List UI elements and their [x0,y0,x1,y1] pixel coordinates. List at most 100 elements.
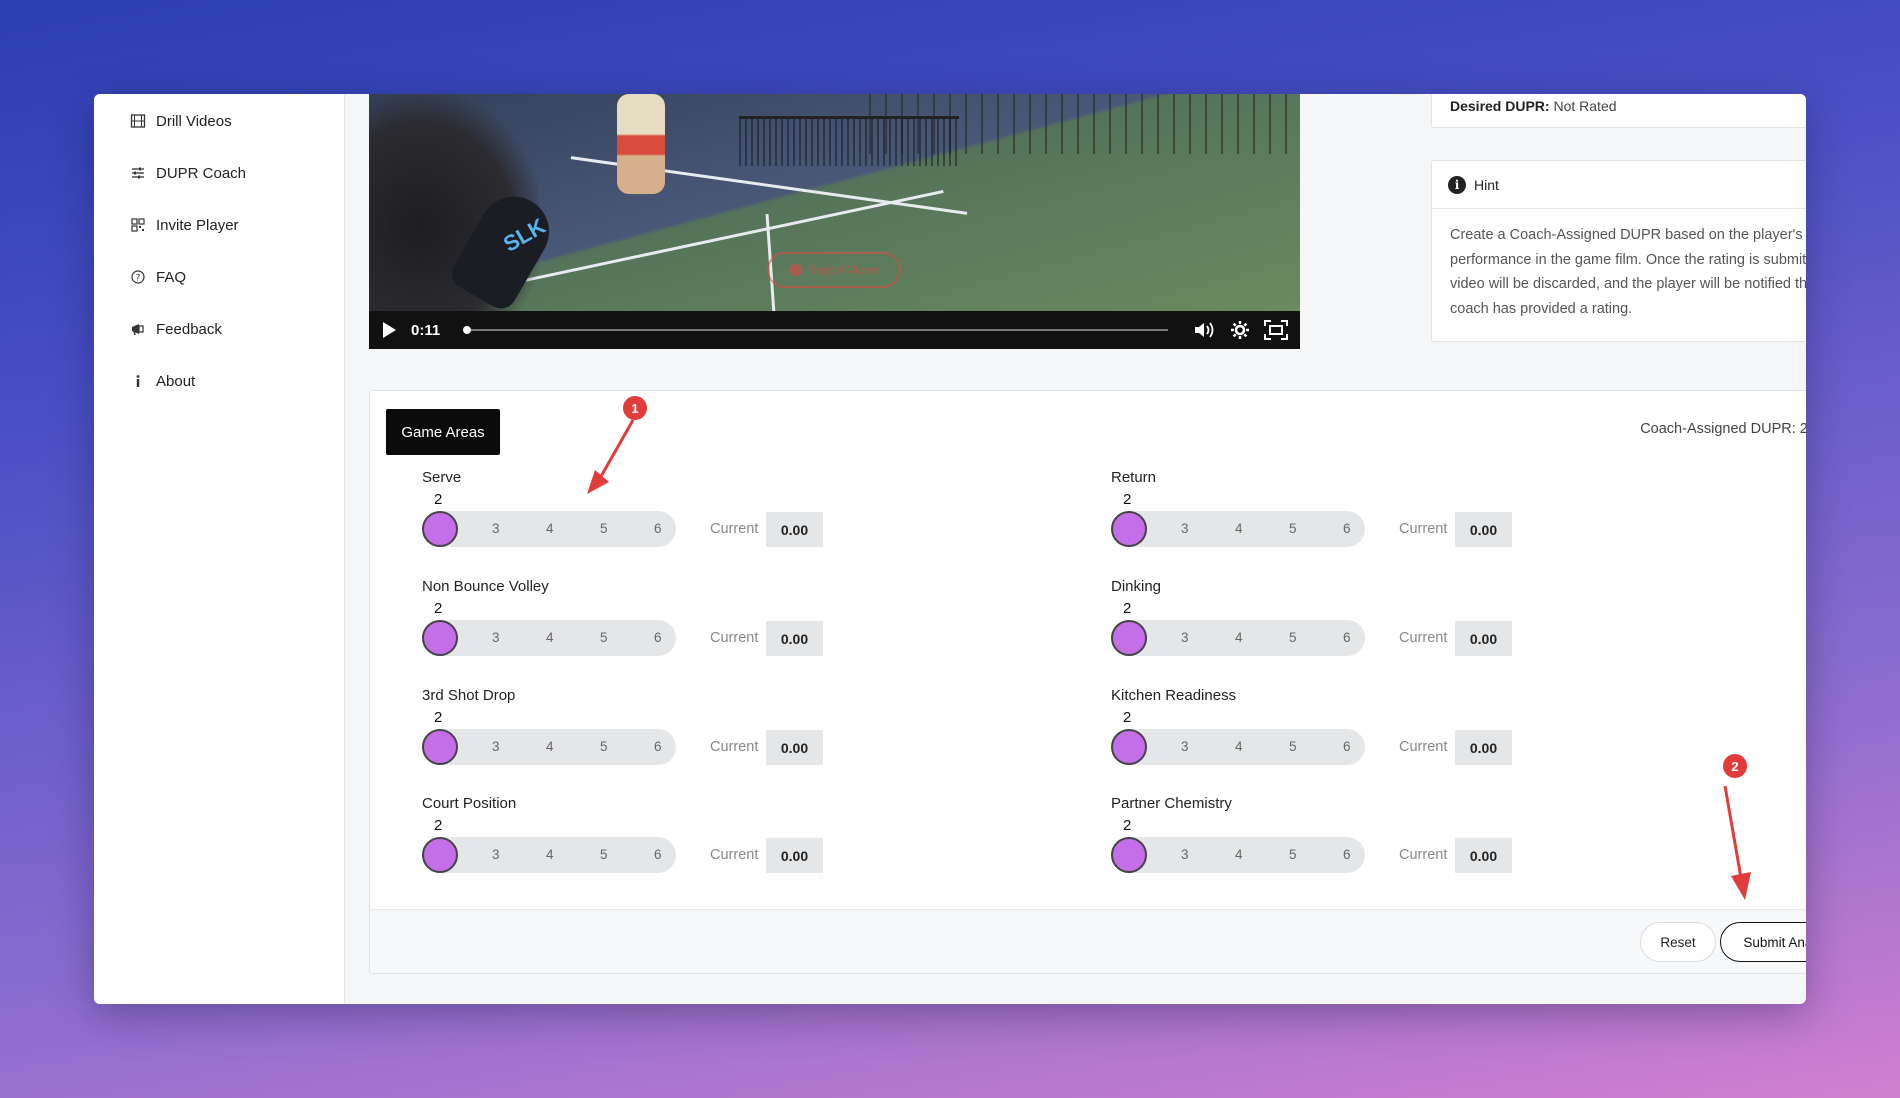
skill-label: Partner Chemistry [1111,795,1232,812]
slider-tick: 4 [546,847,554,862]
skill-label: Return [1111,469,1157,486]
coach-assigned-dupr: Coach-Assigned DUPR: 2.00 [1640,421,1806,437]
current-label: Current [1399,630,1448,646]
film-icon [130,114,146,128]
record-icon [790,264,803,276]
sidebar: Drill Videos DUPR Coach Invite Player ? … [94,94,345,1004]
skill-label: Non Bounce Volley [422,578,549,595]
sidebar-item-label: DUPR Coach [156,164,247,182]
slider-tick: 3 [492,630,500,645]
slider-tick: 3 [492,521,500,536]
current-label: Current [1399,521,1448,537]
current-label: Current [710,847,759,863]
sidebar-item-about[interactable]: About [130,366,195,396]
sidebar-item-label: FAQ [156,268,187,286]
slider-knob[interactable] [422,620,458,656]
skill-slider[interactable]: 3 4 5 6 [422,620,676,656]
skill-non-bounce-volley: Non Bounce Volley 2 3 4 5 6 Current 0.00 [422,578,842,678]
skill-slider[interactable]: 3 4 5 6 [1111,729,1365,765]
skill-slider-value: 2 [434,709,443,726]
slider-tick: 6 [1343,521,1351,536]
reset-button[interactable]: Reset [1640,922,1716,962]
slider-tick: 5 [600,739,608,754]
skill-slider[interactable]: 3 4 5 6 [422,729,676,765]
slider-tick: 6 [1343,630,1351,645]
skill-slider[interactable]: 3 4 5 6 [422,511,676,547]
form-footer: Reset Submit Analysis [370,909,1806,973]
report-video-button[interactable]: Report Video [767,252,901,288]
current-label: Current [710,521,759,537]
current-label: Current [710,630,759,646]
slider-tick: 3 [1181,739,1189,754]
video-player[interactable]: SLK Report Video 0:11 [369,94,1300,349]
current-value: 0.00 [1455,621,1512,656]
report-video-label: Report Video [808,263,878,277]
skill-slider[interactable]: 3 4 5 6 [1111,620,1365,656]
desired-dupr-value: Not Rated [1553,98,1617,114]
annotation-arrow-2 [1723,785,1751,900]
current-label: Current [1399,847,1448,863]
fullscreen-icon[interactable] [1264,320,1288,340]
slider-tick: 4 [1235,739,1243,754]
sidebar-item-feedback[interactable]: Feedback [130,314,222,344]
skill-slider[interactable]: 3 4 5 6 [1111,511,1365,547]
submit-analysis-button[interactable]: Submit Analysis [1720,922,1806,962]
slider-tick: 5 [1289,847,1297,862]
play-icon[interactable] [381,321,397,339]
progress-knob[interactable] [463,326,472,334]
slider-knob[interactable] [1111,511,1147,547]
sidebar-item-dupr-coach[interactable]: DUPR Coach [130,158,246,188]
slider-knob[interactable] [422,837,458,873]
current-value: 0.00 [766,838,823,873]
megaphone-icon [132,324,144,336]
net [739,116,959,166]
skill-slider-value: 2 [434,491,443,508]
current-value: 0.00 [766,730,823,765]
annotation-arrow-1 [587,419,635,494]
slider-knob[interactable] [1111,620,1147,656]
hint-card: i Hint Create a Coach-Assigned DUPR base… [1431,160,1806,342]
slider-knob[interactable] [422,511,458,547]
video-controls: 0:11 [369,311,1300,349]
slider-tick: 5 [600,847,608,862]
sidebar-item-drill-videos[interactable]: Drill Videos [130,106,232,136]
sidebar-item-label: Drill Videos [156,112,232,130]
sidebar-item-faq[interactable]: ? FAQ [130,262,186,292]
skill-court-position: Court Position 2 3 4 5 6 Current 0.00 [422,795,842,895]
skill-dinking: Dinking 2 3 4 5 6 Current 0.00 [1111,578,1531,678]
current-value: 0.00 [1455,730,1512,765]
app-window: Drill Videos DUPR Coach Invite Player ? … [94,94,1806,1004]
skill-label: Dinking [1111,578,1162,595]
skill-slider-value: 2 [434,817,443,834]
current-value: 0.00 [766,621,823,656]
slider-knob[interactable] [1111,729,1147,765]
skill-slider[interactable]: 3 4 5 6 [1111,837,1365,873]
skill-kitchen-readiness: Kitchen Readiness 2 3 4 5 6 Current 0.00 [1111,687,1531,787]
slider-tick: 5 [1289,521,1297,536]
skill-return: Return 2 3 4 5 6 Current 0.00 [1111,469,1531,569]
slider-knob[interactable] [1111,837,1147,873]
sidebar-item-label: Feedback [156,320,222,338]
skill-slider[interactable]: 3 4 5 6 [422,837,676,873]
info-circle-icon: i [1448,175,1466,194]
slider-tick: 4 [1235,521,1243,536]
slider-tick: 3 [1181,847,1189,862]
hint-title: Hint [1474,176,1499,193]
slider-tick: 6 [654,847,662,862]
settings-gear-icon[interactable] [1230,320,1250,340]
skill-label: Kitchen Readiness [1111,687,1237,704]
video-time: 0:11 [411,321,441,339]
skill-slider-value: 2 [1123,709,1132,726]
video-progress-bar[interactable] [463,326,1168,334]
slider-knob[interactable] [422,729,458,765]
skill-label: Serve [422,469,462,486]
game-areas-tab[interactable]: Game Areas [386,409,500,455]
volume-icon[interactable] [1194,321,1216,339]
slider-tick: 3 [492,739,500,754]
slider-tick: 3 [492,847,500,862]
hint-header: i Hint [1432,161,1806,209]
video-frame: SLK Report Video [369,94,1300,315]
sidebar-item-invite-player[interactable]: Invite Player [130,210,239,240]
skill-label: Court Position [422,795,517,812]
qr-icon [131,218,145,232]
